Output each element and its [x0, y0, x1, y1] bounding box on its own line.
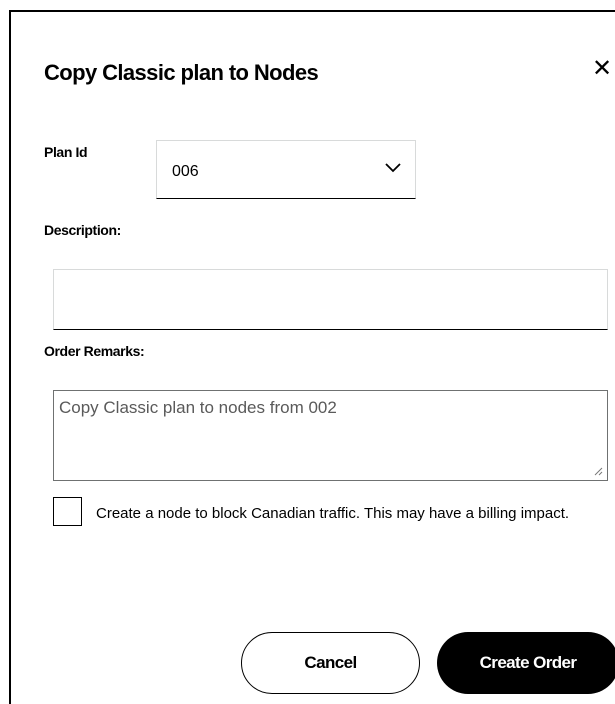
- block-canadian-label: Create a node to block Canadian traffic.…: [96, 505, 570, 522]
- order-remarks-value: Copy Classic plan to nodes from 002: [59, 398, 337, 417]
- description-input[interactable]: [53, 269, 608, 330]
- create-order-button[interactable]: Create Order: [437, 632, 615, 694]
- resize-handle-icon[interactable]: [593, 466, 603, 476]
- close-icon[interactable]: ✕: [589, 54, 615, 84]
- cancel-button[interactable]: Cancel: [241, 632, 420, 694]
- dialog-title: Copy Classic plan to Nodes: [44, 60, 319, 85]
- chevron-down-icon: [385, 163, 401, 173]
- plan-id-select[interactable]: 006: [156, 140, 416, 199]
- block-canadian-checkbox[interactable]: [53, 497, 82, 526]
- copy-plan-dialog: Copy Classic plan to Nodes ✕ Plan Id 006…: [9, 10, 615, 704]
- order-remarks-label: Order Remarks:: [44, 343, 145, 359]
- description-label: Description:: [44, 222, 121, 238]
- plan-id-label: Plan Id: [44, 144, 88, 160]
- plan-id-value: 006: [172, 163, 199, 180]
- order-remarks-textarea[interactable]: Copy Classic plan to nodes from 002: [53, 390, 608, 481]
